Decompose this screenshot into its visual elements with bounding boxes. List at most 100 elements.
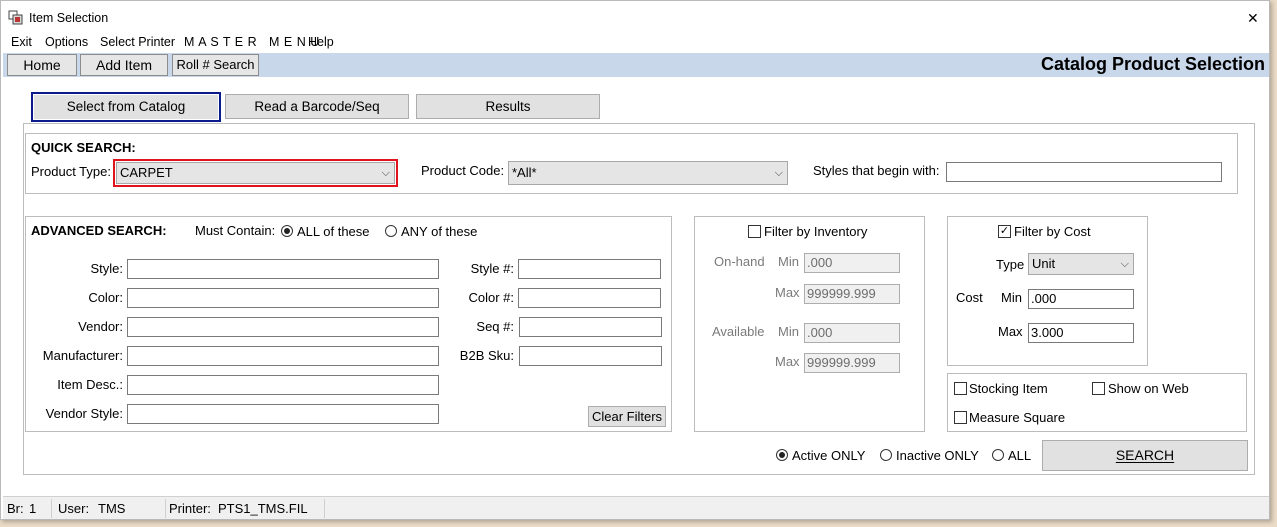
add-item-button[interactable]: Add Item bbox=[80, 54, 168, 76]
product-code-label: Product Code: bbox=[421, 163, 505, 178]
printer-value: PTS1_TMS.FIL bbox=[218, 501, 308, 516]
available-min-input[interactable]: .000 bbox=[804, 323, 900, 343]
home-button[interactable]: Home bbox=[7, 54, 77, 76]
show-on-web-checkbox[interactable] bbox=[1092, 382, 1105, 395]
branch-value: 1 bbox=[29, 501, 37, 516]
style-input[interactable] bbox=[127, 259, 439, 279]
onhand-max-label: Max bbox=[775, 285, 800, 300]
main-content: Select from Catalog Read a Barcode/Seq R… bbox=[3, 77, 1269, 495]
quick-search-title: QUICK SEARCH: bbox=[31, 140, 136, 155]
cost-min-label: Min bbox=[1001, 290, 1022, 305]
onhand-min-input[interactable]: .000 bbox=[804, 253, 900, 273]
style-label: Style: bbox=[90, 261, 123, 276]
title-bar: Item Selection ✕ bbox=[1, 1, 1269, 33]
measure-square-label[interactable]: Measure Square bbox=[969, 410, 1065, 425]
cost-type-label: Type bbox=[996, 257, 1025, 272]
all-status-label[interactable]: ALL bbox=[1008, 448, 1031, 463]
color-label: Color: bbox=[88, 290, 123, 305]
inactive-only-radio[interactable] bbox=[880, 449, 892, 461]
clear-filters-button[interactable]: Clear Filters bbox=[588, 406, 666, 427]
user-value: TMS bbox=[98, 501, 126, 516]
printer-label: Printer: bbox=[169, 501, 211, 516]
app-icon bbox=[8, 10, 24, 26]
color-num-input[interactable] bbox=[518, 288, 661, 308]
measure-square-checkbox[interactable] bbox=[954, 411, 967, 424]
b2b-sku-input[interactable] bbox=[519, 346, 662, 366]
close-icon[interactable]: ✕ bbox=[1247, 10, 1259, 27]
vendor-style-input[interactable] bbox=[127, 404, 439, 424]
menu-master-menu[interactable]: M A S T E R M E N U bbox=[184, 35, 320, 49]
menu-exit[interactable]: Exit bbox=[11, 35, 32, 49]
tab-select-from-catalog[interactable]: Select from Catalog bbox=[31, 92, 221, 122]
all-of-these-label[interactable]: ALL of these bbox=[297, 224, 370, 239]
styles-begin-input[interactable] bbox=[946, 162, 1222, 182]
product-type-label: Product Type: bbox=[31, 164, 111, 179]
available-max-input[interactable]: 999999.999 bbox=[804, 353, 900, 373]
vendor-style-label: Vendor Style: bbox=[45, 406, 123, 421]
all-status-radio[interactable] bbox=[992, 449, 1004, 461]
style-num-input[interactable] bbox=[518, 259, 661, 279]
vendor-label: Vendor: bbox=[78, 319, 123, 334]
active-only-label[interactable]: Active ONLY bbox=[792, 448, 865, 463]
toolbar: Home Add Item Roll # Search Catalog Prod… bbox=[3, 53, 1269, 77]
status-divider bbox=[165, 499, 166, 518]
tab-read-barcode[interactable]: Read a Barcode/Seq bbox=[225, 94, 409, 119]
any-of-these-radio[interactable] bbox=[385, 225, 397, 237]
any-of-these-label[interactable]: ANY of these bbox=[401, 224, 477, 239]
filter-inventory-label[interactable]: Filter by Inventory bbox=[764, 224, 867, 239]
branch-label: Br: bbox=[7, 501, 24, 516]
vendor-input[interactable] bbox=[127, 317, 439, 337]
cost-max-input[interactable]: 3.000 bbox=[1028, 323, 1134, 343]
item-selection-window: Item Selection ✕ Exit Options Select Pri… bbox=[0, 0, 1270, 520]
menu-select-printer[interactable]: Select Printer bbox=[100, 35, 175, 49]
color-input[interactable] bbox=[127, 288, 439, 308]
product-code-select[interactable]: *All* ⌵ bbox=[508, 161, 788, 185]
manufacturer-input[interactable] bbox=[127, 346, 439, 366]
available-max-label: Max bbox=[775, 354, 800, 369]
seq-num-input[interactable] bbox=[519, 317, 662, 337]
product-code-value: *All* bbox=[512, 165, 537, 180]
chevron-down-icon: ⌵ bbox=[381, 167, 390, 179]
cost-label: Cost bbox=[956, 290, 983, 305]
must-contain-label: Must Contain: bbox=[195, 223, 276, 238]
active-only-radio[interactable] bbox=[776, 449, 788, 461]
window-title: Item Selection bbox=[29, 11, 109, 25]
cost-type-select[interactable]: Unit ⌵ bbox=[1028, 253, 1134, 275]
all-of-these-radio[interactable] bbox=[281, 225, 293, 237]
filter-cost-label[interactable]: Filter by Cost bbox=[1014, 224, 1091, 239]
color-num-label: Color #: bbox=[468, 290, 514, 305]
onhand-label: On-hand bbox=[714, 254, 765, 269]
seq-num-label: Seq #: bbox=[476, 319, 514, 334]
style-num-label: Style #: bbox=[470, 261, 514, 276]
stocking-item-label[interactable]: Stocking Item bbox=[969, 381, 1048, 396]
page-title: Catalog Product Selection bbox=[1040, 54, 1265, 74]
stocking-item-checkbox[interactable] bbox=[954, 382, 967, 395]
filter-inventory-checkbox[interactable] bbox=[748, 225, 761, 238]
b2b-sku-label: B2B Sku: bbox=[459, 348, 514, 363]
onhand-max-input[interactable]: 999999.999 bbox=[804, 284, 900, 304]
status-bar: Br: 1 User: TMS Printer: PTS1_TMS.FIL bbox=[3, 496, 1269, 519]
item-desc-label: Item Desc.: bbox=[57, 377, 123, 392]
styles-begin-label: Styles that begin with: bbox=[813, 163, 940, 178]
chevron-down-icon: ⌵ bbox=[774, 167, 783, 179]
chevron-down-icon: ⌵ bbox=[1120, 258, 1129, 270]
menu-help[interactable]: Help bbox=[308, 35, 334, 49]
item-desc-input[interactable] bbox=[127, 375, 439, 395]
status-divider bbox=[51, 499, 52, 518]
menu-options[interactable]: Options bbox=[45, 35, 88, 49]
onhand-min-label: Min bbox=[778, 254, 799, 269]
roll-search-button[interactable]: Roll # Search bbox=[172, 54, 259, 76]
filter-cost-checkbox[interactable]: ✓ bbox=[998, 225, 1011, 238]
menu-bar: Exit Options Select Printer M A S T E R … bbox=[1, 33, 1269, 53]
inactive-only-label[interactable]: Inactive ONLY bbox=[896, 448, 979, 463]
status-divider bbox=[324, 499, 325, 518]
show-on-web-label[interactable]: Show on Web bbox=[1108, 381, 1189, 396]
tab-results[interactable]: Results bbox=[416, 94, 600, 119]
cost-min-input[interactable]: .000 bbox=[1028, 289, 1134, 309]
search-button[interactable]: SEARCH bbox=[1042, 440, 1248, 471]
manufacturer-label: Manufacturer: bbox=[42, 348, 123, 363]
product-type-select[interactable]: CARPET ⌵ bbox=[116, 162, 395, 184]
user-label: User: bbox=[58, 501, 90, 516]
cost-type-value: Unit bbox=[1032, 256, 1056, 271]
advanced-search-title: ADVANCED SEARCH: bbox=[31, 223, 167, 238]
